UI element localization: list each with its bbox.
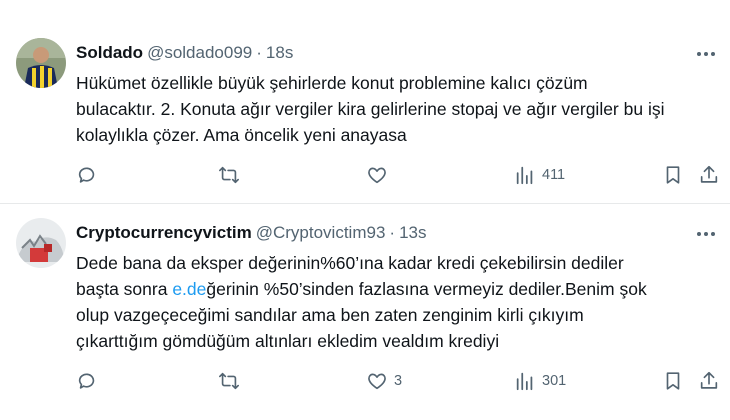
- bookmark-icon: [666, 166, 680, 184]
- bookmark-icon: [666, 372, 680, 390]
- views-button[interactable]: 411: [514, 163, 565, 187]
- tweet-actions: 3 301: [76, 366, 726, 396]
- share-button[interactable]: [698, 369, 720, 393]
- retweet-icon: [219, 166, 239, 184]
- reply-button[interactable]: [76, 163, 98, 187]
- like-count: 3: [394, 373, 403, 389]
- reply-icon: [78, 167, 95, 183]
- bookmark-button[interactable]: [662, 163, 684, 187]
- display-name[interactable]: Cryptocurrencyvictim: [76, 223, 252, 242]
- reply-icon: [78, 373, 95, 389]
- views-count: 301: [542, 373, 567, 389]
- like-button[interactable]: 3: [366, 369, 402, 393]
- tweet-text-line: kolaylıkla çözer. Ama öncelik yeni anaya…: [76, 125, 407, 145]
- tweet-text-line: çıkarttığım gömdüğüm altınları ekledim v…: [76, 331, 500, 351]
- inline-link[interactable]: e.de: [172, 279, 206, 299]
- tweet-actions: 411: [76, 160, 726, 190]
- more-button[interactable]: [694, 222, 718, 246]
- user-handle[interactable]: @Cryptovictim93: [256, 223, 386, 242]
- views-count: 411: [542, 167, 566, 183]
- retweet-button[interactable]: [218, 369, 240, 393]
- tweet-text: Dede bana da eksper değerinin%60’ına kad…: [76, 250, 716, 354]
- views-button[interactable]: 301: [514, 369, 566, 393]
- timestamp[interactable]: 13s: [399, 223, 426, 242]
- share-icon: [700, 371, 718, 389]
- tweet-text-line: Dede bana da eksper değerinin%60’ına kad…: [76, 253, 624, 273]
- tweet[interactable]: Cryptocurrencyvictim @Cryptovictim93 · 13s …: [0, 204, 730, 420]
- display-name[interactable]: Soldado: [76, 43, 143, 62]
- separator-dot: ·: [389, 223, 396, 242]
- bookmark-button[interactable]: [662, 369, 684, 393]
- like-button[interactable]: [366, 163, 394, 187]
- more-icon: [697, 232, 715, 236]
- avatar-image: [16, 218, 66, 268]
- more-icon: [697, 52, 715, 56]
- retweet-button[interactable]: [218, 163, 240, 187]
- tweet-text-line: olup vazgeçeceğimi sandılar ama ben zate…: [76, 305, 584, 325]
- like-icon: [368, 167, 386, 184]
- views-icon: [516, 166, 533, 185]
- tweet-text: Hükümet özellikle büyük şehirlerde konut…: [76, 70, 716, 148]
- tweet-text-line: Hükümet özellikle büyük şehirlerde konut…: [76, 73, 588, 93]
- tweet-text-line: başta sonra e.değerinin %50’sinden fazla…: [76, 276, 716, 302]
- avatar[interactable]: [16, 38, 66, 88]
- tweet-header: Cryptocurrencyvictim @Cryptovictim93 · 13s: [76, 222, 427, 244]
- timestamp[interactable]: 18s: [266, 43, 293, 62]
- user-handle[interactable]: @soldado099: [147, 43, 252, 62]
- tweet-header: Soldado @soldado099 · 18s: [76, 42, 293, 64]
- like-icon: [368, 373, 386, 390]
- avatar[interactable]: [16, 218, 66, 268]
- share-icon: [700, 165, 718, 183]
- separator-dot: ·: [256, 43, 262, 62]
- reply-button[interactable]: [76, 369, 98, 393]
- retweet-icon: [219, 372, 239, 390]
- more-button[interactable]: [694, 42, 718, 66]
- tweet-text-line: bulacaktır. 2. Konuta ağır vergiler kira…: [76, 99, 665, 119]
- tweet-text-segment: ğerinin %50’sinden fazlasına vermeyiz de…: [206, 279, 647, 299]
- views-icon: [516, 372, 533, 391]
- avatar-image: [16, 38, 66, 88]
- tweet-text-segment: başta sonra: [76, 279, 173, 299]
- share-button[interactable]: [698, 163, 720, 187]
- tweet[interactable]: Soldado @soldado099 · 18s Hükümet özellikle…: [0, 0, 730, 204]
